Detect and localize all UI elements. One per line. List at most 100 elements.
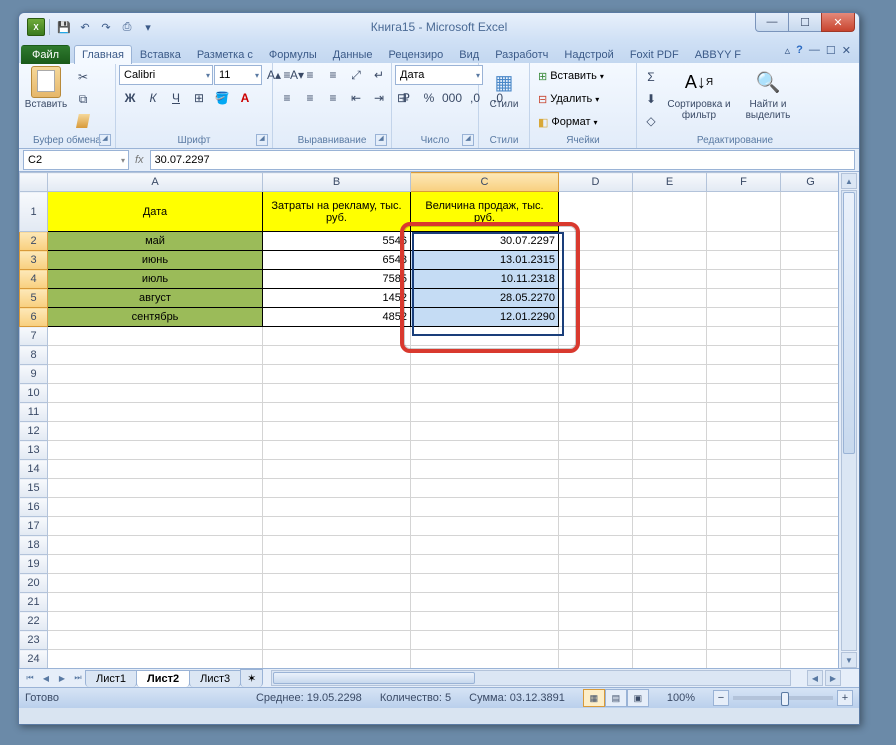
cell-f6[interactable] [707, 308, 781, 327]
align-bottom-button[interactable]: ≡ [322, 65, 344, 85]
cell-g7[interactable] [781, 327, 841, 346]
view-layout-button[interactable]: ▤ [605, 689, 627, 707]
cell-c18[interactable] [411, 536, 559, 555]
tab-file[interactable]: Файл [21, 45, 70, 64]
clear-button[interactable]: ◇ [640, 111, 662, 131]
cell-g5[interactable] [781, 289, 841, 308]
cell-e5[interactable] [633, 289, 707, 308]
zoom-level[interactable]: 100% [667, 692, 695, 704]
number-launcher[interactable]: ◢ [462, 134, 474, 146]
sheet-tab-1[interactable]: Лист1 [85, 670, 137, 687]
cell-e8[interactable] [633, 346, 707, 365]
align-top-button[interactable]: ≡ [276, 65, 298, 85]
cell-b13[interactable] [263, 441, 411, 460]
cell-f20[interactable] [707, 574, 781, 593]
cell-a23[interactable] [48, 631, 263, 650]
print-preview-button[interactable]: ⎙ [117, 17, 137, 37]
cell-g23[interactable] [781, 631, 841, 650]
cell-d9[interactable] [559, 365, 633, 384]
cell-g22[interactable] [781, 612, 841, 631]
fill-color-button[interactable]: 🪣 [211, 88, 233, 108]
scroll-right-button[interactable]: ▶ [825, 670, 841, 686]
cell-a10[interactable] [48, 384, 263, 403]
row-header-15[interactable]: 15 [20, 479, 48, 498]
tab-review[interactable]: Рецензиро [381, 45, 452, 64]
maximize-button[interactable]: ☐ [788, 13, 822, 32]
cell-f4[interactable] [707, 270, 781, 289]
cell-e24[interactable] [633, 650, 707, 669]
row-header-23[interactable]: 23 [20, 631, 48, 650]
cell-f17[interactable] [707, 517, 781, 536]
view-pagebreak-button[interactable]: ▣ [627, 689, 649, 707]
cell-f7[interactable] [707, 327, 781, 346]
close-button[interactable]: ✕ [821, 13, 855, 32]
cell-f9[interactable] [707, 365, 781, 384]
select-all-corner[interactable] [20, 173, 48, 192]
cut-button[interactable]: ✂ [72, 67, 94, 87]
col-header-e[interactable]: E [633, 173, 707, 192]
cell-a17[interactable] [48, 517, 263, 536]
styles-button[interactable]: ▦ Стили [482, 65, 526, 112]
cell-d1[interactable] [559, 192, 633, 232]
format-cells-button[interactable]: ◧Формат▾ [533, 111, 603, 133]
cell-c8[interactable] [411, 346, 559, 365]
font-name-combo[interactable]: Calibri [119, 65, 213, 85]
cell-d15[interactable] [559, 479, 633, 498]
cell-e23[interactable] [633, 631, 707, 650]
currency-button[interactable]: ₽ [395, 88, 417, 108]
cell-c15[interactable] [411, 479, 559, 498]
cell-f21[interactable] [707, 593, 781, 612]
vscroll-track[interactable] [841, 190, 857, 651]
save-button[interactable]: 💾 [54, 17, 74, 37]
cell-g4[interactable] [781, 270, 841, 289]
zoom-out-button[interactable]: − [713, 690, 729, 706]
tab-formulas[interactable]: Формулы [261, 45, 325, 64]
undo-button[interactable]: ↶ [75, 17, 95, 37]
cell-b5[interactable]: 1452 [263, 289, 411, 308]
name-box[interactable]: C2 [23, 150, 129, 170]
cell-e4[interactable] [633, 270, 707, 289]
cell-d18[interactable] [559, 536, 633, 555]
cell-g24[interactable] [781, 650, 841, 669]
cell-c1[interactable]: Величина продаж, тыс. руб. [411, 192, 559, 232]
cell-g8[interactable] [781, 346, 841, 365]
cell-a21[interactable] [48, 593, 263, 612]
cell-c17[interactable] [411, 517, 559, 536]
row-header-21[interactable]: 21 [20, 593, 48, 612]
cell-e20[interactable] [633, 574, 707, 593]
cell-a1[interactable]: Дата [48, 192, 263, 232]
cell-g19[interactable] [781, 555, 841, 574]
row-header-5[interactable]: 5 [20, 289, 48, 308]
fill-button[interactable]: ⬇ [640, 89, 662, 109]
row-header-24[interactable]: 24 [20, 650, 48, 669]
col-header-f[interactable]: F [707, 173, 781, 192]
cell-b22[interactable] [263, 612, 411, 631]
cell-d17[interactable] [559, 517, 633, 536]
cell-b16[interactable] [263, 498, 411, 517]
tab-data[interactable]: Данные [325, 45, 381, 64]
cell-g11[interactable] [781, 403, 841, 422]
cell-e21[interactable] [633, 593, 707, 612]
cell-d20[interactable] [559, 574, 633, 593]
copy-button[interactable]: ⧉ [72, 89, 94, 109]
cell-g14[interactable] [781, 460, 841, 479]
bold-button[interactable]: Ж [119, 88, 141, 108]
sort-filter-button[interactable]: А↓Я Сортировка и фильтр [664, 65, 734, 123]
cell-a20[interactable] [48, 574, 263, 593]
workbook-minimize-button[interactable]: — [809, 44, 820, 57]
cell-b24[interactable] [263, 650, 411, 669]
underline-button[interactable]: Ч [165, 88, 187, 108]
cell-g16[interactable] [781, 498, 841, 517]
paste-button[interactable]: Вставить [22, 65, 70, 112]
cell-d14[interactable] [559, 460, 633, 479]
cell-c13[interactable] [411, 441, 559, 460]
cell-d23[interactable] [559, 631, 633, 650]
cell-e14[interactable] [633, 460, 707, 479]
italic-button[interactable]: К [142, 88, 164, 108]
cell-b10[interactable] [263, 384, 411, 403]
cell-g20[interactable] [781, 574, 841, 593]
sheet-nav-prev[interactable]: ◀ [38, 670, 54, 686]
workbook-maximize-button[interactable]: ☐ [826, 44, 836, 57]
cell-d11[interactable] [559, 403, 633, 422]
row-header-20[interactable]: 20 [20, 574, 48, 593]
